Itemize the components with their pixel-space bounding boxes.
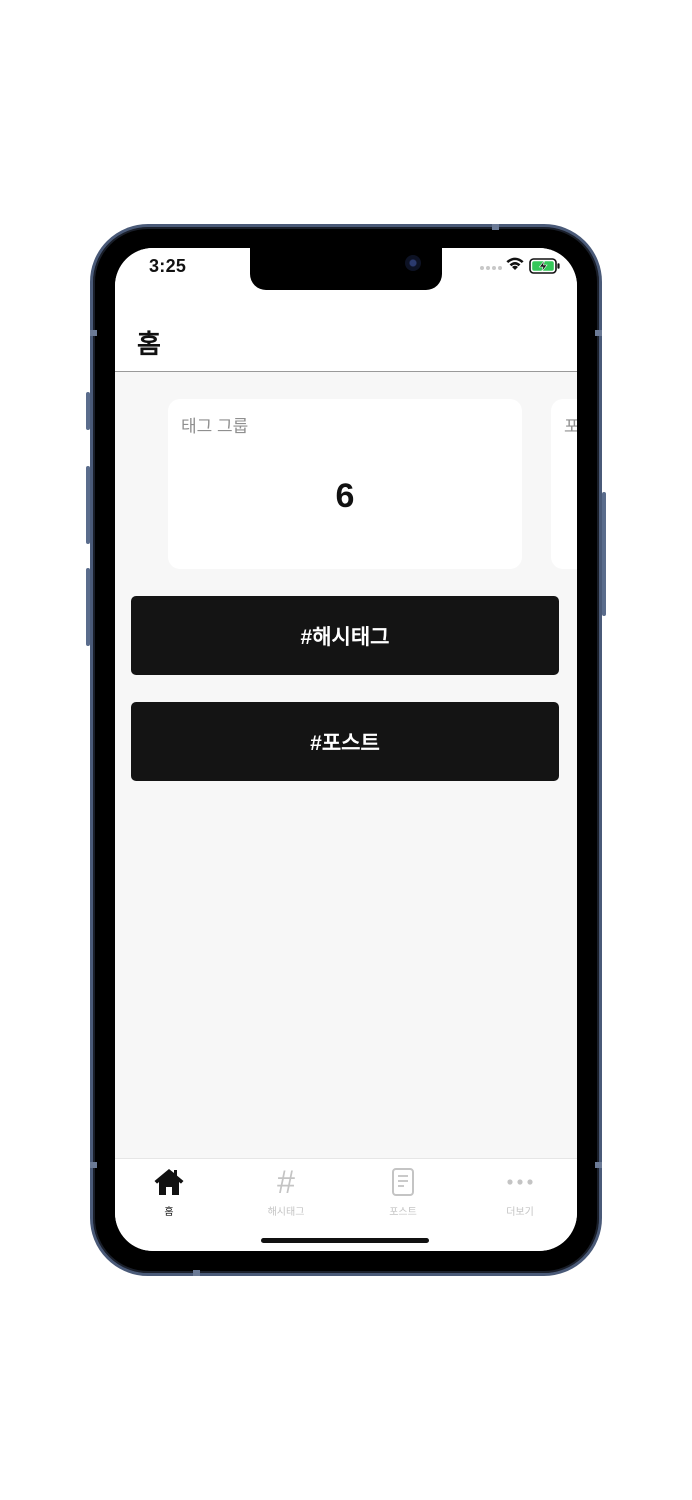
tab-label: 포스트 (389, 1207, 417, 1218)
card-label: 포 (564, 417, 577, 436)
tab-label: 더보기 (506, 1207, 534, 1218)
side-button-silent (86, 392, 90, 430)
tab-home[interactable]: 홈 (124, 1165, 214, 1218)
card-label: 태그 그룹 (181, 417, 249, 436)
more-icon (507, 1179, 533, 1185)
page-title: 홈 (137, 329, 161, 359)
tab-label: 홈 (164, 1207, 174, 1218)
antenna-band (193, 1270, 200, 1276)
battery-charging-icon (529, 258, 560, 274)
camera-icon (405, 255, 421, 271)
antenna-band (90, 330, 97, 336)
home-icon (154, 1169, 184, 1195)
hash-icon: # (277, 1164, 295, 1200)
antenna-band (492, 224, 499, 230)
antenna-band (595, 330, 602, 336)
tab-label: 해시태그 (267, 1207, 305, 1218)
wifi-icon (506, 257, 524, 270)
tab-post[interactable]: 포스트 (358, 1165, 448, 1218)
antenna-band (595, 1162, 602, 1168)
app-header: 홈 (115, 292, 577, 372)
notch (250, 248, 442, 290)
side-button-power (602, 492, 606, 616)
hashtag-button[interactable]: #해시태그 (131, 596, 559, 675)
tab-hashtag[interactable]: # 해시태그 (241, 1165, 331, 1218)
status-time: 3:25 (149, 256, 187, 276)
app-screen: 3:25 홈 태그 그룹 6 포 #해시태그 #포스트 홈 # 해시태그 포스트… (115, 248, 577, 1251)
home-indicator (261, 1238, 429, 1243)
side-button-volume-down (86, 568, 90, 646)
tag-group-card[interactable]: 태그 그룹 6 (168, 399, 522, 569)
signal-icon (480, 266, 502, 270)
status-bar: 3:25 (115, 248, 577, 292)
antenna-band (90, 1162, 97, 1168)
post-button[interactable]: #포스트 (131, 702, 559, 781)
tab-more[interactable]: 더보기 (475, 1165, 565, 1218)
post-card-partial[interactable]: 포 (551, 399, 577, 569)
card-value: 6 (335, 477, 355, 515)
side-button-volume-up (86, 466, 90, 544)
document-icon (392, 1168, 414, 1196)
